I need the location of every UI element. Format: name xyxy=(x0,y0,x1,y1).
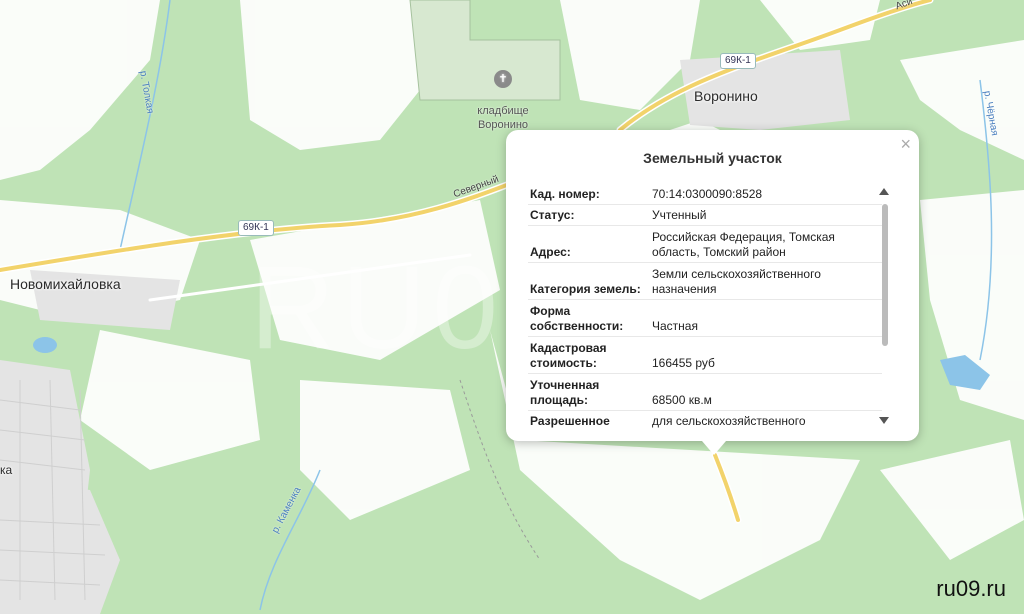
town-label-partial: ка xyxy=(0,463,13,477)
info-row-permitted-use: Разрешенное для сельскохозяйственного xyxy=(528,411,882,428)
info-row-cadastral-number: Кад. номер: 70:14:0300090:8528 xyxy=(528,184,882,205)
scroll-down-icon[interactable] xyxy=(879,417,889,424)
site-credit: ru09.ru xyxy=(936,576,1006,601)
info-row-land-category: Категория земель: Земли сельскохозяйствен… xyxy=(528,263,882,300)
info-row-address: Адрес: Российская Федерация, Томская обла… xyxy=(528,226,882,263)
road-shield: 69К-1 xyxy=(238,220,274,236)
info-row-ownership: Форма собственности: Частная xyxy=(528,300,882,337)
popup-info-list[interactable]: Кад. номер: 70:14:0300090:8528 Статус: Учт… xyxy=(528,184,882,428)
town-label-voronino: Воронино xyxy=(694,88,758,104)
popup-scrollbar[interactable] xyxy=(879,186,891,426)
popup-title: Земельный участок xyxy=(643,150,782,166)
road-shield: 69К-1 xyxy=(720,53,756,69)
scroll-thumb[interactable] xyxy=(882,204,888,346)
cemetery-icon: ✝ xyxy=(494,70,512,88)
info-row-area: Уточненная площадь: 68500 кв.м xyxy=(528,374,882,411)
info-row-cadastral-value: Кадастровая стоимость: 166455 руб xyxy=(528,337,882,374)
land-plot-popup: × Земельный участок Кад. номер: 70:14:030… xyxy=(506,130,919,455)
poi-cemetery[interactable]: ✝ кладбище Воронино xyxy=(468,56,538,132)
town-label-novomikhaylovka: Новомихайловка xyxy=(10,276,121,292)
info-row-status: Статус: Учтенный xyxy=(528,205,882,226)
poi-cemetery-label: кладбище Воронино xyxy=(477,105,529,131)
scroll-up-icon[interactable] xyxy=(879,188,889,195)
